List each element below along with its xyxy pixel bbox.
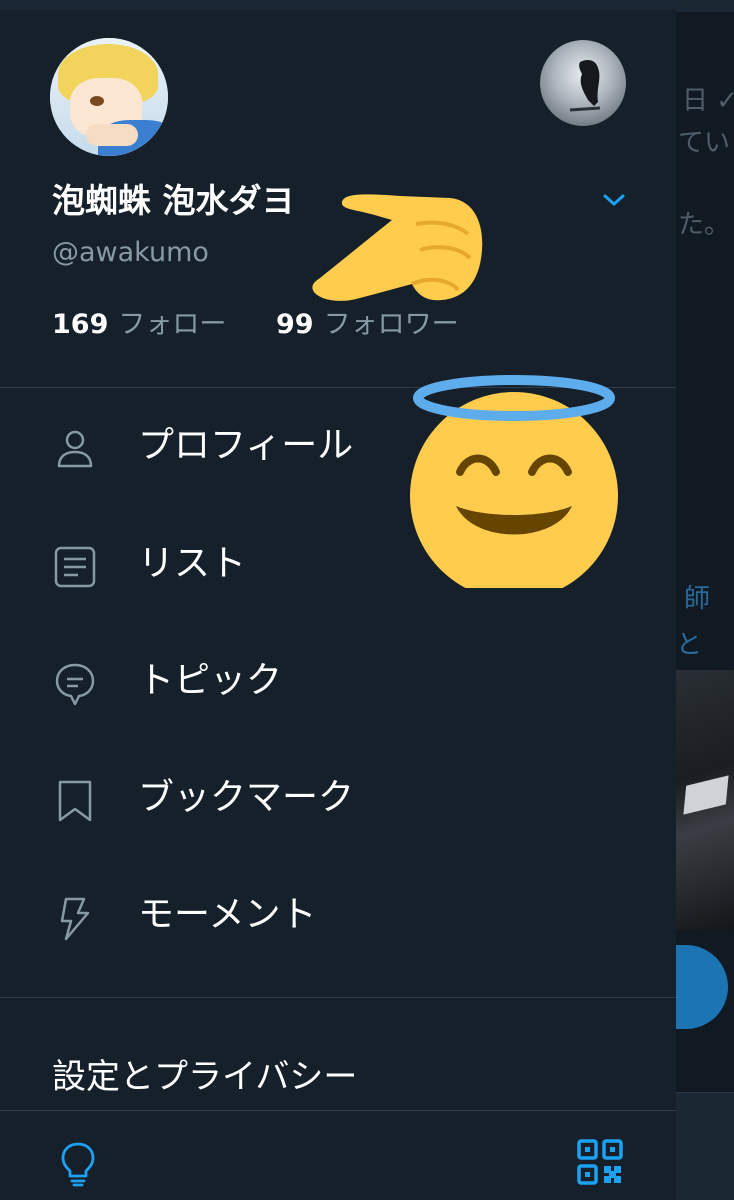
qr-code-icon[interactable]	[576, 1138, 624, 1186]
menu-label-lists: リスト	[138, 543, 247, 584]
switch-account-avatar[interactable]	[540, 40, 626, 126]
following-count: 169	[52, 309, 109, 340]
timeline-link-fragment: と	[676, 630, 703, 660]
lightbulb-icon[interactable]	[56, 1140, 100, 1188]
timeline-text-fragment: た。	[678, 210, 731, 240]
menu-item-topics[interactable]: トピック	[0, 633, 676, 733]
profile-avatar[interactable]	[50, 38, 168, 156]
background-timeline: 日 ✓ てい た。 師 と	[676, 0, 734, 1200]
status-bar-fragment	[676, 0, 734, 12]
followers-link[interactable]: 99 フォロワー	[276, 308, 459, 342]
settings-and-privacy-link[interactable]: 設定とプライバシー	[52, 1054, 357, 1100]
bookmark-icon	[58, 780, 92, 822]
chevron-down-icon[interactable]	[600, 190, 628, 210]
display-name: 泡蜘蛛 泡水ダヨ	[52, 181, 295, 220]
bottom-nav-fragment	[676, 1092, 734, 1200]
user-handle: @awakumo	[52, 237, 209, 268]
menu-item-bookmarks[interactable]: ブックマーク	[0, 750, 676, 850]
compose-tweet-button	[676, 945, 728, 1029]
menu-label-bookmarks: ブックマーク	[138, 777, 355, 818]
smiling-face-with-halo-sticker	[410, 375, 618, 588]
status-bar	[0, 0, 676, 10]
timeline-media-image	[676, 670, 734, 930]
menu-label-profile: プロフィール	[138, 425, 354, 466]
following-label: フォロー	[118, 309, 227, 340]
menu-label-topics: トピック	[138, 660, 283, 701]
lightning-icon	[60, 897, 90, 941]
followers-count: 99	[276, 309, 314, 340]
following-link[interactable]: 169 フォロー	[52, 308, 226, 342]
menu-item-moments[interactable]: モーメント	[0, 867, 676, 967]
person-icon	[57, 430, 93, 468]
footer-divider	[0, 1110, 676, 1111]
topic-icon	[55, 663, 95, 706]
menu-label-moments: モーメント	[138, 894, 317, 935]
list-icon	[54, 546, 96, 588]
timeline-text-fragment: 日 ✓	[682, 86, 734, 116]
timeline-link-fragment: 師	[684, 584, 711, 614]
timeline-text-fragment: てい	[678, 128, 731, 158]
pointing-hand-sticker	[312, 194, 483, 301]
divider	[0, 997, 676, 998]
followers-label: フォロワー	[323, 309, 459, 340]
